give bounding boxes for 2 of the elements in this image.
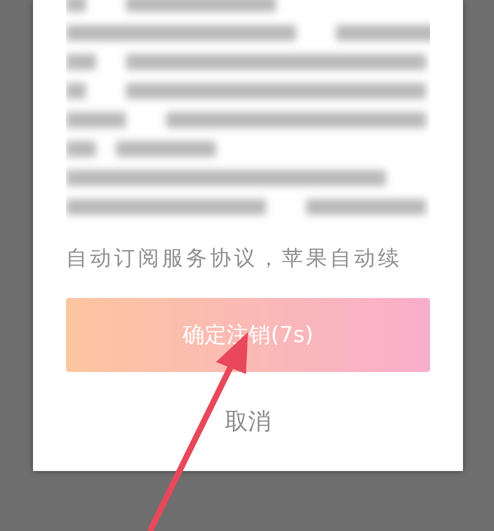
agreement-text: 自动订阅服务协议，苹果自动续 bbox=[66, 245, 403, 272]
cancel-button[interactable]: 取消 bbox=[217, 402, 279, 441]
